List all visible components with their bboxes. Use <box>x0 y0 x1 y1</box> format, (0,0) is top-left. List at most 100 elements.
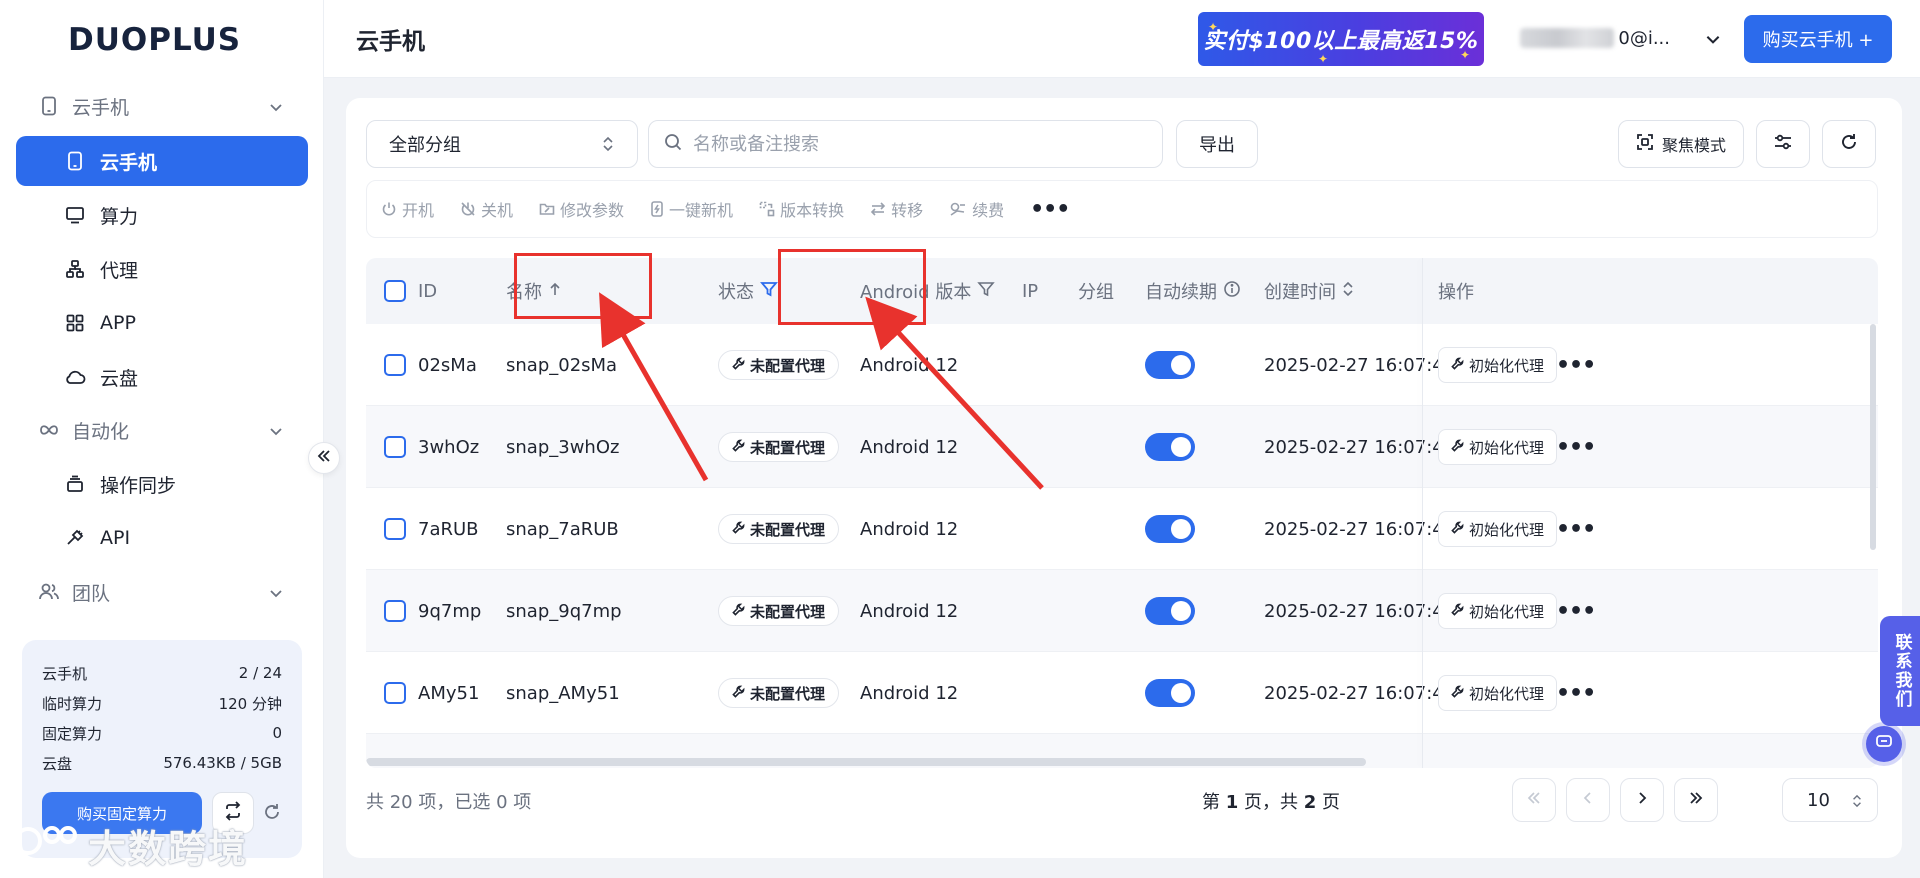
chevron-down-icon <box>268 422 284 444</box>
status-badge: 未配置代理 <box>718 350 840 380</box>
chevron-down-icon[interactable] <box>1704 30 1722 52</box>
nav-group-cloud-phone[interactable]: 云手机 <box>0 81 324 131</box>
column-status[interactable]: 状态 <box>718 258 778 324</box>
device-table: ID 名称 状态 Android 版本 IP 分组 自动续期 创建时间 操作 0… <box>366 258 1878 768</box>
sidebar-item-app[interactable]: APP <box>16 298 308 348</box>
row-checkbox[interactable] <box>384 600 406 622</box>
search-input[interactable] <box>693 133 1133 155</box>
table-row[interactable]: 9q7mp snap_9q7mp 未配置代理 Android 12 2025-0… <box>366 570 1878 652</box>
group-select[interactable]: 全部分组 <box>366 120 638 168</box>
nav-group-team[interactable]: 团队 <box>0 567 324 617</box>
page-size-select[interactable]: 10 <box>1782 778 1878 822</box>
wrench-icon <box>1451 356 1464 374</box>
next-page-button[interactable] <box>1620 778 1664 822</box>
row-checkbox[interactable] <box>384 682 406 704</box>
column-settings-button[interactable] <box>1756 120 1810 168</box>
renew-button[interactable]: 续费 <box>949 197 1004 221</box>
auto-renew-toggle[interactable] <box>1145 433 1195 461</box>
cell-android: Android 12 <box>860 600 959 622</box>
page-size-value: 10 <box>1807 789 1830 811</box>
batch-toolbar: 开机 关机 修改参数 一键新机 版本转换 转移 续费 ••• <box>366 180 1878 238</box>
auto-renew-toggle[interactable] <box>1145 351 1195 379</box>
row-more-icon[interactable]: ••• <box>1556 324 1596 406</box>
row-more-icon[interactable]: ••• <box>1556 570 1596 652</box>
sidebar-item-proxy[interactable]: 代理 <box>16 244 308 294</box>
sidebar-item-sync[interactable]: 操作同步 <box>16 459 308 509</box>
power-off-button[interactable]: 关机 <box>460 197 513 221</box>
init-proxy-button[interactable]: 初始化代理 <box>1438 429 1558 465</box>
table-row[interactable]: 3whOz snap_3whOz 未配置代理 Android 12 2025-0… <box>366 406 1878 488</box>
row-checkbox[interactable] <box>384 518 406 540</box>
refresh-button[interactable] <box>1822 120 1876 168</box>
more-actions-button[interactable]: ••• <box>1030 197 1070 222</box>
row-more-icon[interactable]: ••• <box>1556 652 1596 734</box>
row-checkbox[interactable] <box>384 436 406 458</box>
focus-mode-button[interactable]: 聚焦模式 <box>1618 120 1744 168</box>
promo-banner[interactable]: ✦ ✦ ✦ 实付$100以上最高返15% <box>1198 12 1484 66</box>
auto-renew-toggle[interactable] <box>1145 679 1195 707</box>
refresh-icon[interactable] <box>262 802 282 826</box>
duoplus-logo[interactable]: DUOPLUS <box>68 20 241 60</box>
transfer-icon <box>870 201 886 217</box>
layers-icon <box>64 473 86 495</box>
phone-new-icon <box>650 201 664 217</box>
cell-created: 2025-02-27 16:07:44 <box>1264 354 1456 376</box>
network-icon <box>64 258 86 280</box>
sort-updown-icon[interactable] <box>1342 280 1354 303</box>
row-more-icon[interactable]: ••• <box>1556 488 1596 570</box>
cell-android: Android 12 <box>860 682 959 704</box>
filter-icon[interactable] <box>977 280 996 303</box>
sidebar-item-label: APP <box>100 312 136 334</box>
chat-button[interactable] <box>1866 726 1902 762</box>
transfer-button[interactable]: 转移 <box>870 197 923 221</box>
init-proxy-button[interactable]: 初始化代理 <box>1438 347 1558 383</box>
status-badge: 未配置代理 <box>718 432 840 462</box>
double-chevron-right-icon <box>1688 790 1704 810</box>
power-on-button[interactable]: 开机 <box>381 197 434 221</box>
chevron-down-icon <box>268 98 284 120</box>
horizontal-scrollbar[interactable] <box>366 758 1366 766</box>
sidebar-item-label: 操作同步 <box>100 474 177 497</box>
cell-android: Android 12 <box>860 436 959 458</box>
modify-params-button[interactable]: 修改参数 <box>539 197 624 221</box>
one-click-new-button[interactable]: 一键新机 <box>650 197 733 221</box>
select-all-checkbox[interactable] <box>384 258 406 324</box>
page-current: 1 <box>1225 792 1239 813</box>
sidebar-item-api[interactable]: API <box>16 513 308 563</box>
table-row[interactable]: AMy51 snap_AMy51 未配置代理 Android 12 2025-0… <box>366 652 1878 734</box>
first-page-button[interactable] <box>1512 778 1556 822</box>
sparkle-icon: ✦ <box>1460 48 1471 62</box>
buy-cloud-phone-button[interactable]: 购买云手机 + <box>1744 15 1892 63</box>
version-convert-button[interactable]: 版本转换 <box>759 197 844 221</box>
row-more-icon[interactable]: ••• <box>1556 406 1596 488</box>
column-auto-renew: 自动续期 <box>1145 258 1241 324</box>
sidebar-item-cloud-phone[interactable]: 云手机 <box>16 136 308 186</box>
vertical-scrollbar[interactable] <box>1870 324 1876 550</box>
quota-label: 固定算力 <box>42 724 103 743</box>
auto-renew-toggle[interactable] <box>1145 515 1195 543</box>
contact-us-tab[interactable]: 联系我们 <box>1880 616 1920 726</box>
nav-group-label: 自动化 <box>72 420 130 443</box>
sidebar-item-cloud-disk[interactable]: 云盘 <box>16 352 308 402</box>
filter-icon[interactable] <box>760 280 778 303</box>
wrench-icon <box>1451 602 1464 620</box>
column-created-time[interactable]: 创建时间 <box>1264 258 1354 324</box>
table-row[interactable]: 02sMa snap_02sMa 未配置代理 Android 12 2025-0… <box>366 324 1878 406</box>
table-row[interactable]: 7aRUB snap_7aRUB 未配置代理 Android 12 2025-0… <box>366 488 1878 570</box>
init-proxy-button[interactable]: 初始化代理 <box>1438 675 1558 711</box>
row-checkbox[interactable] <box>384 354 406 376</box>
init-proxy-button[interactable]: 初始化代理 <box>1438 511 1558 547</box>
last-page-button[interactable] <box>1674 778 1718 822</box>
user-account[interactable]: 0@i... <box>1520 24 1670 52</box>
op-label: 初始化代理 <box>1469 602 1545 621</box>
prev-page-button[interactable] <box>1566 778 1610 822</box>
checkbox[interactable] <box>384 280 406 302</box>
auto-renew-toggle[interactable] <box>1145 597 1195 625</box>
nav-group-automation[interactable]: 自动化 <box>0 405 324 455</box>
sidebar-item-compute[interactable]: 算力 <box>16 190 308 240</box>
collapse-sidebar-button[interactable] <box>308 442 340 474</box>
page-title: 云手机 <box>356 29 425 55</box>
info-icon[interactable] <box>1223 280 1241 303</box>
init-proxy-button[interactable]: 初始化代理 <box>1438 593 1558 629</box>
export-button[interactable]: 导出 <box>1176 120 1258 168</box>
